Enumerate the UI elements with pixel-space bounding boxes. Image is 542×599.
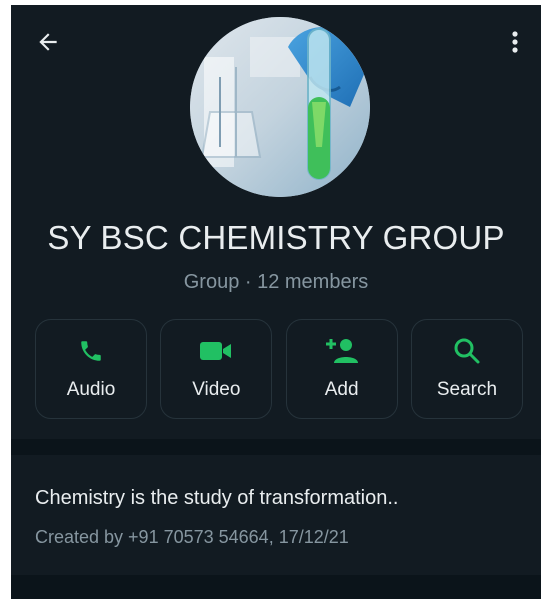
phone-icon [81,341,101,361]
video-call-button[interactable]: Video [160,319,273,419]
group-member-count: Group · 12 members [183,271,369,293]
search-icon [454,338,480,364]
add-person-icon [325,339,358,363]
group-created-info: Created by +91 70573 54664, 17/12/21 [35,527,349,547]
group-description: Chemistry is the study of transformation… [35,487,399,509]
add-label: Add [324,379,359,400]
audio-label: Audio [66,379,116,400]
search-button[interactable]: Search [410,319,523,419]
arrow-left-icon [39,33,57,51]
group-avatar-image [190,17,370,197]
search-label: Search [436,379,498,400]
more-options-button[interactable] [503,25,527,59]
action-buttons: Audio Video Add Search [35,319,523,419]
group-name: SY BSC CHEMISTRY GROUP [47,219,505,256]
section-divider [11,439,541,455]
group-description-section[interactable]: Chemistry is the study of transformation… [11,455,541,575]
group-info-screen: SY BSC CHEMISTRY GROUP Group · 12 member… [11,5,541,599]
add-member-button[interactable]: Add [285,319,398,419]
group-avatar[interactable] [190,17,370,197]
video-label: Video [192,379,241,400]
group-header: SY BSC CHEMISTRY GROUP Group · 12 member… [11,5,541,439]
more-vertical-icon [512,31,518,53]
audio-call-button[interactable]: Audio [35,319,147,419]
back-button[interactable] [31,25,65,59]
section-divider-bottom [11,575,541,599]
video-camera-icon [200,342,232,360]
